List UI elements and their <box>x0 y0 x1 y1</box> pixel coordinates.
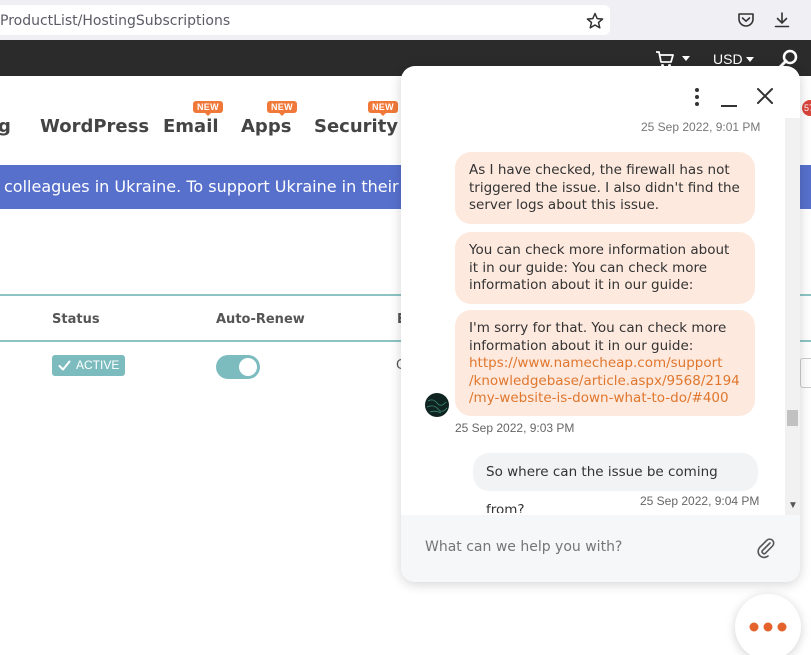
chat-messages[interactable]: 25 Sep 2022, 9:01 PM As I have checked, … <box>401 118 800 513</box>
currency-selector[interactable]: USD <box>713 51 743 67</box>
chevron-down-icon[interactable] <box>682 56 690 61</box>
avatar-image <box>426 399 448 414</box>
check-icon <box>58 360 71 371</box>
message-timestamp: 25 Sep 2022, 9:03 PM <box>455 421 575 435</box>
chat-widget: 25 Sep 2022, 9:01 PM As I have checked, … <box>401 66 800 582</box>
support-link-line[interactable]: /knowledgebase/article.aspx/9568/2194 <box>469 373 740 389</box>
chat-scrollbar[interactable]: ▼ <box>785 118 800 518</box>
nav-badge-email-new: NEW <box>193 101 223 116</box>
user-message: So where can the issue be coming from? <box>473 453 758 513</box>
message-timestamp: 25 Sep 2022, 9:01 PM <box>641 120 761 134</box>
support-link-line[interactable]: /my-website-is-down-what-to-do/#400 <box>469 390 729 406</box>
paperclip-icon[interactable] <box>755 537 777 559</box>
address-bar[interactable]: ProductList/HostingSubscriptions <box>0 5 610 35</box>
message-text: You can check more information about it … <box>469 242 730 293</box>
nav-item-wordpress[interactable]: WordPress <box>40 116 149 137</box>
notification-badge: 57 <box>802 100 811 116</box>
auto-renew-toggle[interactable] <box>216 355 260 379</box>
column-header-status: Status <box>52 312 100 327</box>
status-badge: ACTIVE <box>52 355 125 376</box>
star-icon[interactable] <box>585 11 605 31</box>
chat-composer <box>401 515 800 582</box>
toggle-knob <box>239 358 257 376</box>
agent-message: I'm sorry for that. You can check more i… <box>455 310 755 416</box>
agent-message: You can check more information about it … <box>455 232 755 304</box>
scrollbar-thumb[interactable] <box>787 410 798 426</box>
partial-button[interactable] <box>800 358 811 388</box>
browser-toolbar: ProductList/HostingSubscriptions <box>0 0 811 40</box>
chat-launcher-button[interactable] <box>735 594 801 655</box>
nav-badge-security-new: NEW <box>368 101 398 116</box>
banner-text: colleagues in Ukraine. To support Ukrain… <box>4 177 440 196</box>
minimize-icon[interactable] <box>719 88 739 108</box>
chat-message-input[interactable] <box>425 539 725 555</box>
message-text: I'm sorry for that. You can check more i… <box>469 320 727 354</box>
close-icon[interactable] <box>755 86 775 106</box>
nav-item-partial[interactable]: g <box>0 116 11 137</box>
url-text[interactable]: ProductList/HostingSubscriptions <box>0 13 230 29</box>
nav-item-email[interactable]: Email <box>163 116 219 137</box>
nav-item-security[interactable]: Security <box>314 116 398 137</box>
kebab-menu-icon[interactable] <box>693 86 701 108</box>
pocket-icon[interactable] <box>736 10 756 30</box>
support-link[interactable]: https://www.namecheap.com/support /knowl… <box>469 355 740 406</box>
download-icon[interactable] <box>772 10 792 30</box>
nav-badge-apps-new: NEW <box>267 101 297 116</box>
chevron-down-icon[interactable]: ▼ <box>788 500 798 511</box>
nav-item-apps[interactable]: Apps <box>241 116 291 137</box>
status-badge-label: ACTIVE <box>76 358 120 372</box>
agent-avatar <box>425 393 449 417</box>
message-timestamp: 25 Sep 2022, 9:04 PM <box>640 494 760 508</box>
agent-message: As I have checked, the firewall has not … <box>455 152 755 224</box>
more-dots-icon <box>749 622 787 632</box>
column-header-auto-renew: Auto-Renew <box>216 312 305 327</box>
chevron-down-icon[interactable] <box>746 57 754 62</box>
support-link-line[interactable]: https://www.namecheap.com/support <box>469 355 722 371</box>
message-text: As I have checked, the firewall has not … <box>469 162 740 213</box>
